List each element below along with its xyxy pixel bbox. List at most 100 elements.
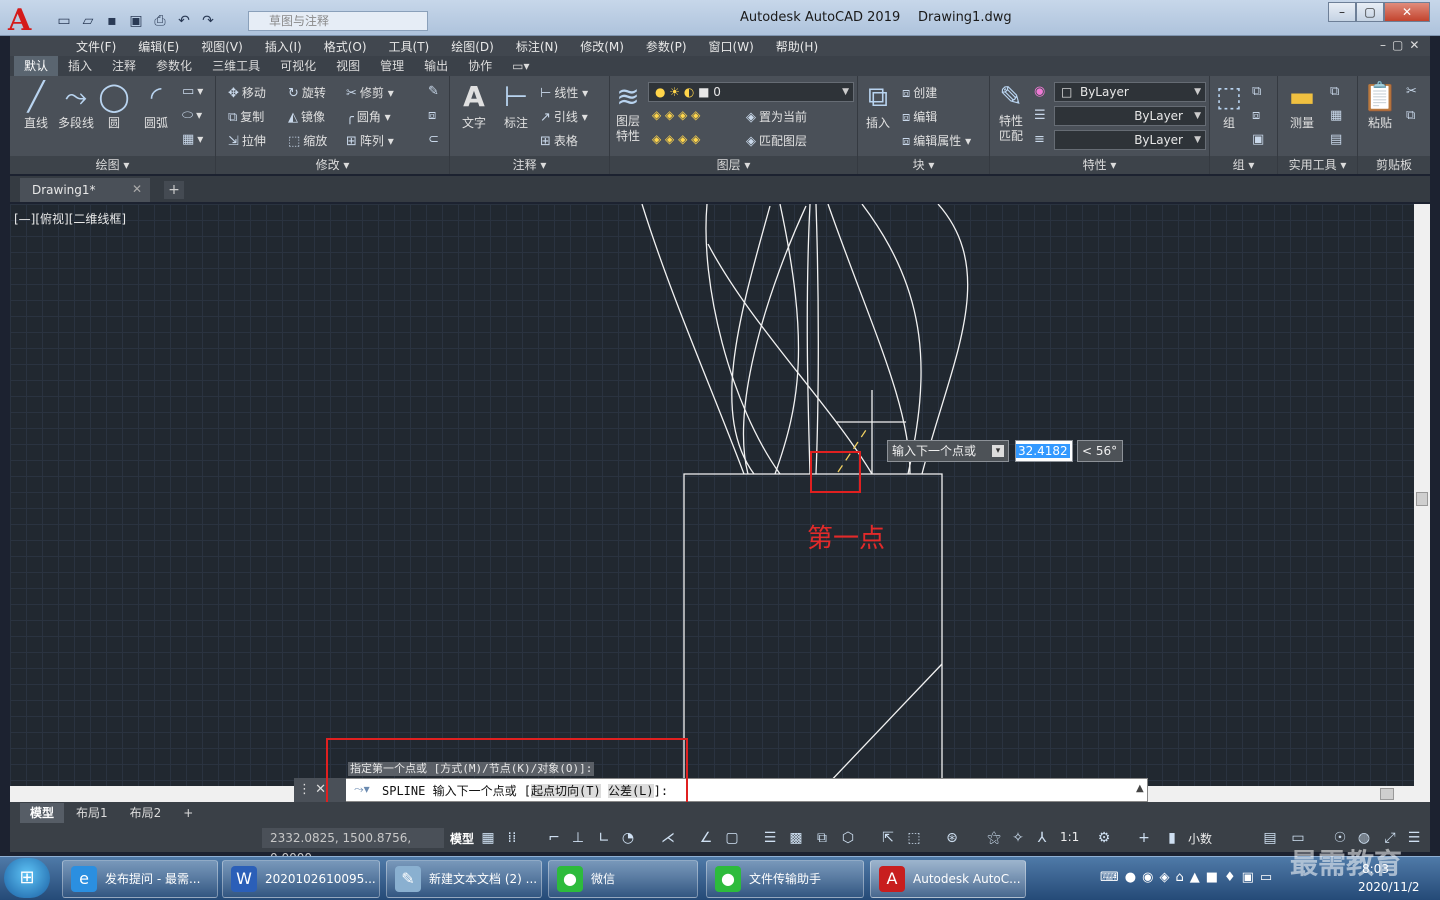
menu-insert[interactable]: 插入(I) <box>254 38 313 55</box>
match-layer-button[interactable]: ◈ 匹配图层 <box>746 132 807 149</box>
ortho-icon[interactable]: ∟ <box>594 828 614 848</box>
calculator-icon[interactable]: ▤ <box>1330 132 1345 147</box>
annotation-monitor-plus-icon[interactable]: + <box>1134 828 1154 848</box>
tab-visualize[interactable]: 可视化 <box>270 56 326 76</box>
layer-properties-button[interactable]: ≋ 图层特性 <box>612 80 644 144</box>
circle-button[interactable]: ◯ 圆 <box>96 80 132 131</box>
lineweight-icon[interactable]: ≡ <box>1034 132 1048 147</box>
infer-constraints-icon[interactable]: ⌐ <box>544 828 564 848</box>
rotate-button[interactable]: ↻ 旋转 <box>288 84 326 101</box>
text-button[interactable]: A 文字 <box>454 80 494 131</box>
selection-filter-icon[interactable]: ⬚ <box>904 828 924 848</box>
block-panel-title[interactable]: 块 ▾ <box>858 156 989 174</box>
draw-panel-title[interactable]: 绘图 ▾ <box>10 156 215 174</box>
tab-insert[interactable]: 插入 <box>58 56 102 76</box>
save-as-icon[interactable]: ▣ <box>126 11 146 31</box>
mirror-button[interactable]: ◭ 镜像 <box>288 108 325 125</box>
start-button[interactable]: ⊞ <box>4 858 50 898</box>
taskbar-item-word[interactable]: W 2020102610095... <box>222 860 380 898</box>
menu-help[interactable]: 帮助(H) <box>765 38 829 55</box>
properties-panel-title[interactable]: 特性 ▾ <box>990 156 1209 174</box>
tab-collaborate[interactable]: 协作 <box>458 56 502 76</box>
tab-annotate[interactable]: 注释 <box>102 56 146 76</box>
units-select[interactable]: 小数 <box>1188 830 1212 847</box>
taskbar-item-ie[interactable]: e 发布提问 - 最需... <box>62 860 218 898</box>
units-icon[interactable]: ▮ <box>1162 828 1182 848</box>
menu-dimension[interactable]: 标注(N) <box>505 38 569 55</box>
viewport-controls-label[interactable]: [—][俯视][二维线框] <box>14 210 126 227</box>
menu-edit[interactable]: 编辑(E) <box>127 38 190 55</box>
offset-icon[interactable]: ⊂ <box>428 132 442 147</box>
redo-icon[interactable]: ↷ <box>198 11 218 31</box>
edit-block-button[interactable]: ⧈ 编辑 <box>902 108 937 125</box>
layer-select[interactable]: ● ☀ ◐ ■ 0 ▼ <box>648 82 854 102</box>
tab-view[interactable]: 视图 <box>326 56 370 76</box>
transparency-icon[interactable]: ▩ <box>786 828 806 848</box>
dimension-button[interactable]: ⊢ 标注 <box>496 80 536 131</box>
menu-file[interactable]: 文件(F) <box>65 38 127 55</box>
dynamic-input-angle-field[interactable]: < 56° <box>1077 440 1123 462</box>
minimize-button[interactable]: – <box>1328 2 1356 22</box>
3d-osnap-icon[interactable]: ⬡ <box>838 828 858 848</box>
annotation-scale-select[interactable]: 1:1 <box>1060 830 1079 844</box>
utilities-panel-title[interactable]: 实用工具 ▾ <box>1278 156 1357 174</box>
ellipse-icon[interactable]: ⬭ ▾ <box>182 108 202 123</box>
stretch-button[interactable]: ⇲ 拉伸 <box>228 132 266 149</box>
edit-attribute-button[interactable]: ⧈ 编辑属性 ▾ <box>902 132 971 149</box>
leader-button[interactable]: ↗ 引线 ▾ <box>540 108 588 125</box>
menu-window[interactable]: 窗口(W) <box>698 38 765 55</box>
close-button[interactable]: ✕ <box>1384 2 1430 22</box>
tab-parametric[interactable]: 参数化 <box>146 56 202 76</box>
ribbon-toggle-icon[interactable]: ▭▾ <box>502 56 539 76</box>
menu-modify[interactable]: 修改(M) <box>569 38 635 55</box>
modify-panel-title[interactable]: 修改 ▾ <box>216 156 449 174</box>
copy-button[interactable]: ⧉ 复制 <box>228 108 264 125</box>
menu-tools[interactable]: 工具(T) <box>378 38 441 55</box>
tab-layout2[interactable]: 布局2 <box>120 803 172 823</box>
array-button[interactable]: ⊞ 阵列 ▾ <box>346 132 394 149</box>
create-block-button[interactable]: ⧈ 创建 <box>902 84 937 101</box>
menu-view[interactable]: 视图(V) <box>190 38 254 55</box>
cut-icon[interactable]: ✂ <box>1406 84 1420 99</box>
menu-draw[interactable]: 绘图(D) <box>440 38 505 55</box>
tab-output[interactable]: 输出 <box>414 56 458 76</box>
selection-cycling-icon[interactable]: ⧉ <box>812 828 832 848</box>
tab-layout1[interactable]: 布局1 <box>66 803 118 823</box>
set-current-button[interactable]: ◈ 置为当前 <box>746 108 807 125</box>
trim-button[interactable]: ✂ 修剪 ▾ <box>346 84 394 101</box>
hatch-icon[interactable]: ▦ ▾ <box>182 132 203 147</box>
match-properties-button[interactable]: ✎ 特性匹配 <box>994 80 1028 144</box>
object-snap-tracking-icon[interactable]: ∠ <box>696 828 716 848</box>
add-layout-plus-icon[interactable]: + <box>173 803 203 823</box>
group-select-icon[interactable]: ▣ <box>1252 132 1267 147</box>
workspace-select[interactable]: 草图与注释 <box>248 11 428 31</box>
save-icon[interactable]: ▪ <box>102 11 122 31</box>
polyline-button[interactable]: ⤳ 多段线 <box>54 80 98 131</box>
erase-icon[interactable]: ✎ <box>428 84 442 99</box>
dynamic-input-length-field[interactable]: 32.4182 <box>1015 440 1073 462</box>
annotation-scale-icon[interactable]: ⅄ <box>1032 828 1052 848</box>
quick-select-icon[interactable]: ⧉ <box>1330 84 1342 99</box>
document-window-controls[interactable]: –▢✕ <box>1380 38 1425 52</box>
linetype-select[interactable]: ByLayer ▼ <box>1054 106 1206 126</box>
select-all-icon[interactable]: ▦ <box>1330 108 1345 123</box>
command-history-toggle-icon[interactable]: ▲ <box>1136 783 1144 794</box>
table-button[interactable]: ⊞ 表格 <box>540 132 578 149</box>
tab-manage[interactable]: 管理 <box>370 56 414 76</box>
taskbar-item-notepad[interactable]: ✎ 新建文本文档 (2) ... <box>386 860 542 898</box>
print-icon[interactable]: ⎙ <box>150 11 170 31</box>
color-wheel-icon[interactable]: ◉ <box>1034 84 1048 99</box>
object-snap-icon[interactable]: ▢ <box>722 828 742 848</box>
tab-model[interactable]: 模型 <box>20 803 65 823</box>
coordinates-readout[interactable]: 2332.0825, 1500.8756, 0.0000 <box>262 828 444 865</box>
undo-icon[interactable]: ↶ <box>174 11 194 31</box>
group-panel-title[interactable]: 组 ▾ <box>1210 156 1277 174</box>
open-file-icon[interactable]: ▱ <box>78 11 98 31</box>
auto-scale-icon[interactable]: ✧ <box>1008 828 1028 848</box>
gizmo-icon[interactable]: ⊛ <box>942 828 962 848</box>
new-tab-plus-icon[interactable]: + <box>164 181 184 199</box>
tab-default[interactable]: 默认 <box>14 56 59 76</box>
grid-icon[interactable]: ▦ <box>478 828 498 848</box>
fillet-button[interactable]: ╭ 圆角 ▾ <box>346 108 391 125</box>
ungroup-icon[interactable]: ⧉ <box>1252 84 1264 99</box>
